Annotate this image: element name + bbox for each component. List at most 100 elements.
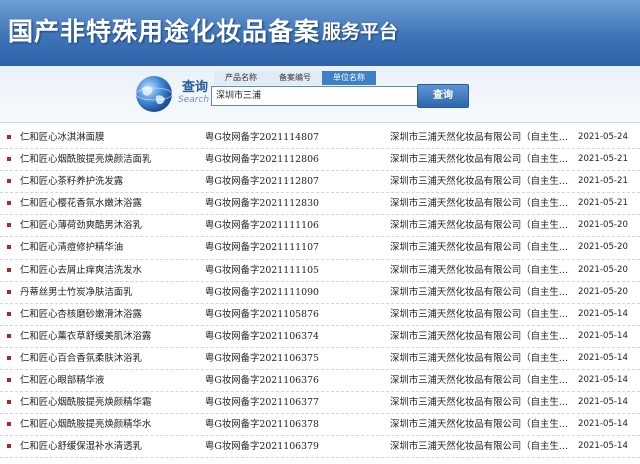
product-name-link[interactable]: 仁和匠心冰淇淋面膜 bbox=[20, 127, 200, 148]
record-number: 粤G妆网备字2021114807 bbox=[205, 132, 320, 143]
record-number: 粤G妆网备字2021112807 bbox=[205, 176, 320, 188]
record-date: 2021-05-14 bbox=[578, 352, 628, 363]
record-number: 粤G妆网备字2021106377 bbox=[205, 397, 320, 409]
company-name: 深圳市三浦天然化妆品有限公司（自主生… bbox=[390, 176, 569, 188]
company-name: 深圳市三浦天然化妆品有限公司（自主生… bbox=[390, 352, 569, 364]
company-name: 深圳市三浦天然化妆品有限公司（自主生… bbox=[390, 419, 569, 431]
square-bullet-icon bbox=[7, 245, 11, 250]
square-bullet-icon bbox=[7, 378, 11, 383]
list-item[interactable]: 仁和匠心去屑止痒爽洁洗发水 粤G妆网备字2021111105 深圳市三浦天然化妆品有… bbox=[0, 260, 640, 282]
company-name: 深圳市三浦天然化妆品有限公司（自主生… bbox=[390, 308, 569, 320]
record-date: 2021-05-21 bbox=[578, 198, 628, 209]
product-name-link[interactable]: 仁和匠心去屑止痒爽洁洗发水 bbox=[20, 260, 200, 281]
tab-product-name[interactable]: 产品名称 bbox=[214, 71, 268, 85]
square-bullet-icon bbox=[7, 223, 11, 228]
product-name-link[interactable]: 仁和匠心清痘修护精华油 bbox=[20, 237, 200, 258]
product-name-link[interactable]: 仁和匠心杏核磨砂嫩滑沐浴露 bbox=[20, 304, 200, 325]
company-name: 深圳市三浦天然化妆品有限公司（自主生… bbox=[390, 198, 569, 210]
company-name: 深圳市三浦天然化妆品有限公司（自主生… bbox=[390, 132, 569, 143]
record-date: 2021-05-14 bbox=[578, 330, 628, 341]
product-name-link[interactable]: 丹蒂丝男士竹炭净肤洁面乳 bbox=[20, 282, 200, 303]
square-bullet-icon bbox=[7, 157, 11, 162]
record-date: 2021-05-24 bbox=[578, 132, 628, 142]
record-date: 2021-05-21 bbox=[578, 176, 628, 187]
list-item[interactable]: 仁和匠心冰淇淋面膜 粤G妆网备字2021114807 深圳市三浦天然化妆品有限公司（… bbox=[0, 127, 640, 150]
product-name-link[interactable]: 仁和匠心烟酰胺提亮焕颜洁面乳 bbox=[20, 149, 200, 170]
product-name-link[interactable]: 仁和匠心烟酰胺提亮焕颜精华霜 bbox=[20, 392, 200, 413]
globe-icon bbox=[135, 76, 173, 112]
square-bullet-icon bbox=[7, 267, 11, 272]
list-item[interactable]: 仁和匠心舒缓保湿补水清透乳 粤G妆网备字2021106379 深圳市三浦天然化妆品有… bbox=[0, 436, 640, 459]
list-item[interactable]: 仁和匠心烟酰胺提亮焕颜精华霜 粤G妆网备字2021106377 深圳市三浦天然化妆品… bbox=[0, 392, 640, 415]
company-name: 深圳市三浦天然化妆品有限公司（自主生… bbox=[390, 441, 569, 453]
record-date: 2021-05-20 bbox=[578, 220, 628, 231]
list-item[interactable]: 仁和匠心烟酰胺提亮焕颜洁面乳 粤G妆网备字2021112806 深圳市三浦天然化妆品… bbox=[0, 149, 640, 172]
product-name-link[interactable]: 仁和匠心舒缓保湿补水清透乳 bbox=[20, 436, 200, 457]
record-number: 粤G妆网备字2021106378 bbox=[205, 419, 320, 431]
record-date: 2021-05-14 bbox=[578, 397, 628, 408]
company-name: 深圳市三浦天然化妆品有限公司（自主生… bbox=[390, 330, 569, 342]
product-name-link[interactable]: 仁和匠心烟酰胺提亮焕颜精华水 bbox=[20, 414, 200, 435]
record-number: 粤G妆网备字2021112830 bbox=[205, 198, 320, 210]
square-bullet-icon bbox=[7, 201, 11, 206]
site-title: 国产非特殊用途化妆品备案 bbox=[8, 17, 321, 46]
square-bullet-icon bbox=[7, 289, 11, 294]
list-item[interactable]: 仁和匠心茶籽养护洗发露 粤G妆网备字2021112807 深圳市三浦天然化妆品有限公… bbox=[0, 171, 640, 194]
list-item[interactable]: 仁和匠心烟酰胺提亮焕颜精华水 粤G妆网备字2021106378 深圳市三浦天然化妆品… bbox=[0, 414, 640, 437]
record-date: 2021-05-20 bbox=[578, 264, 628, 275]
list-item[interactable]: 仁和匠心杏核磨砂嫩滑沐浴露 粤G妆网备字2021105876 深圳市三浦天然化妆品有… bbox=[0, 304, 640, 326]
search-button[interactable]: 查询 bbox=[417, 84, 469, 108]
list-item[interactable]: 仁和匠心樱花香氛水嫩沐浴露 粤G妆网备字2021112830 深圳市三浦天然化妆品有… bbox=[0, 193, 640, 216]
record-number: 粤G妆网备字2021106379 bbox=[205, 441, 320, 453]
company-name: 深圳市三浦天然化妆品有限公司（自主生… bbox=[390, 286, 569, 298]
record-number: 粤G妆网备字2021111090 bbox=[205, 286, 320, 298]
record-number: 粤G妆网备字2021111107 bbox=[205, 242, 320, 254]
site-subtitle: 服务平台 bbox=[322, 21, 399, 43]
product-name-link[interactable]: 仁和匠心樱花香氛水嫩沐浴露 bbox=[20, 193, 200, 214]
search-type-tabs: 产品名称 备案编号 单位名称 bbox=[214, 71, 376, 85]
list-item[interactable]: 仁和匠心薄荷劲爽酷男沐浴乳 粤G妆网备字2021111106 深圳市三浦天然化妆品有… bbox=[0, 215, 640, 238]
company-name: 深圳市三浦天然化妆品有限公司（自主生… bbox=[390, 242, 569, 254]
product-name-link[interactable]: 仁和匠心眼部精华液 bbox=[20, 370, 200, 391]
record-number: 粤G妆网备字2021106376 bbox=[205, 375, 320, 387]
record-date: 2021-05-14 bbox=[578, 375, 628, 386]
square-bullet-icon bbox=[7, 422, 11, 427]
record-number: 粤G妆网备字2021112806 bbox=[205, 154, 320, 166]
product-name-link[interactable]: 仁和匠心薄荷劲爽酷男沐浴乳 bbox=[20, 215, 200, 236]
record-number: 粤G妆网备字2021106375 bbox=[205, 352, 320, 364]
list-item[interactable]: 仁和匠心清痘修护精华油 粤G妆网备字2021111107 深圳市三浦天然化妆品有限公… bbox=[0, 237, 640, 260]
company-name: 深圳市三浦天然化妆品有限公司（自主生… bbox=[390, 220, 569, 232]
company-name: 深圳市三浦天然化妆品有限公司（自主生… bbox=[390, 264, 569, 276]
square-bullet-icon bbox=[7, 135, 11, 139]
product-name-link[interactable]: 仁和匠心薰衣草舒缓美肌沐浴露 bbox=[20, 326, 200, 347]
product-name-link[interactable]: 仁和匠心茶籽养护洗发露 bbox=[20, 171, 200, 192]
tab-record-number[interactable]: 备案编号 bbox=[268, 71, 322, 85]
square-bullet-icon bbox=[7, 444, 11, 449]
record-number: 粤G妆网备字2021105876 bbox=[205, 308, 320, 320]
record-number: 粤G妆网备字2021111106 bbox=[205, 220, 320, 232]
record-date: 2021-05-14 bbox=[578, 308, 628, 319]
company-name: 深圳市三浦天然化妆品有限公司（自主生… bbox=[390, 397, 569, 409]
square-bullet-icon bbox=[7, 333, 11, 338]
search-heading: 查询 bbox=[182, 80, 209, 95]
tab-company-name[interactable]: 单位名称 bbox=[322, 71, 376, 85]
list-item[interactable]: 仁和匠心薰衣草舒缓美肌沐浴露 粤G妆网备字2021106374 深圳市三浦天然化妆品… bbox=[0, 326, 640, 348]
site-banner: 国产非特殊用途化妆品备案 服务平台 bbox=[0, 0, 640, 66]
record-date: 2021-05-14 bbox=[578, 419, 628, 430]
record-list: 仁和匠心冰淇淋面膜 粤G妆网备字2021114807 深圳市三浦天然化妆品有限公司（… bbox=[0, 127, 640, 459]
company-name: 深圳市三浦天然化妆品有限公司（自主生… bbox=[390, 154, 569, 166]
product-name-link[interactable]: 仁和匠心百合香氛柔肤沐浴乳 bbox=[20, 348, 200, 369]
record-date: 2021-05-20 bbox=[578, 286, 628, 297]
record-date: 2021-05-14 bbox=[578, 441, 628, 452]
list-item[interactable]: 仁和匠心百合香氛柔肤沐浴乳 粤G妆网备字2021106375 深圳市三浦天然化妆品有… bbox=[0, 348, 640, 371]
record-number: 粤G妆网备字2021106374 bbox=[205, 330, 320, 342]
list-item[interactable]: 仁和匠心眼部精华液 粤G妆网备字2021106376 深圳市三浦天然化妆品有限公司（… bbox=[0, 370, 640, 393]
square-bullet-icon bbox=[7, 179, 11, 184]
record-date: 2021-05-20 bbox=[578, 242, 628, 253]
square-bullet-icon bbox=[7, 400, 11, 405]
list-item[interactable]: 丹蒂丝男士竹炭净肤洁面乳 粤G妆网备字2021111090 深圳市三浦天然化妆品有限… bbox=[0, 282, 640, 304]
record-number: 粤G妆网备字2021111105 bbox=[205, 264, 320, 276]
square-bullet-icon bbox=[7, 355, 11, 360]
search-input[interactable]: 深圳市三浦 bbox=[211, 86, 421, 106]
search-panel: 查询 Search 产品名称 备案编号 单位名称 深圳市三浦 查询 bbox=[0, 66, 640, 123]
